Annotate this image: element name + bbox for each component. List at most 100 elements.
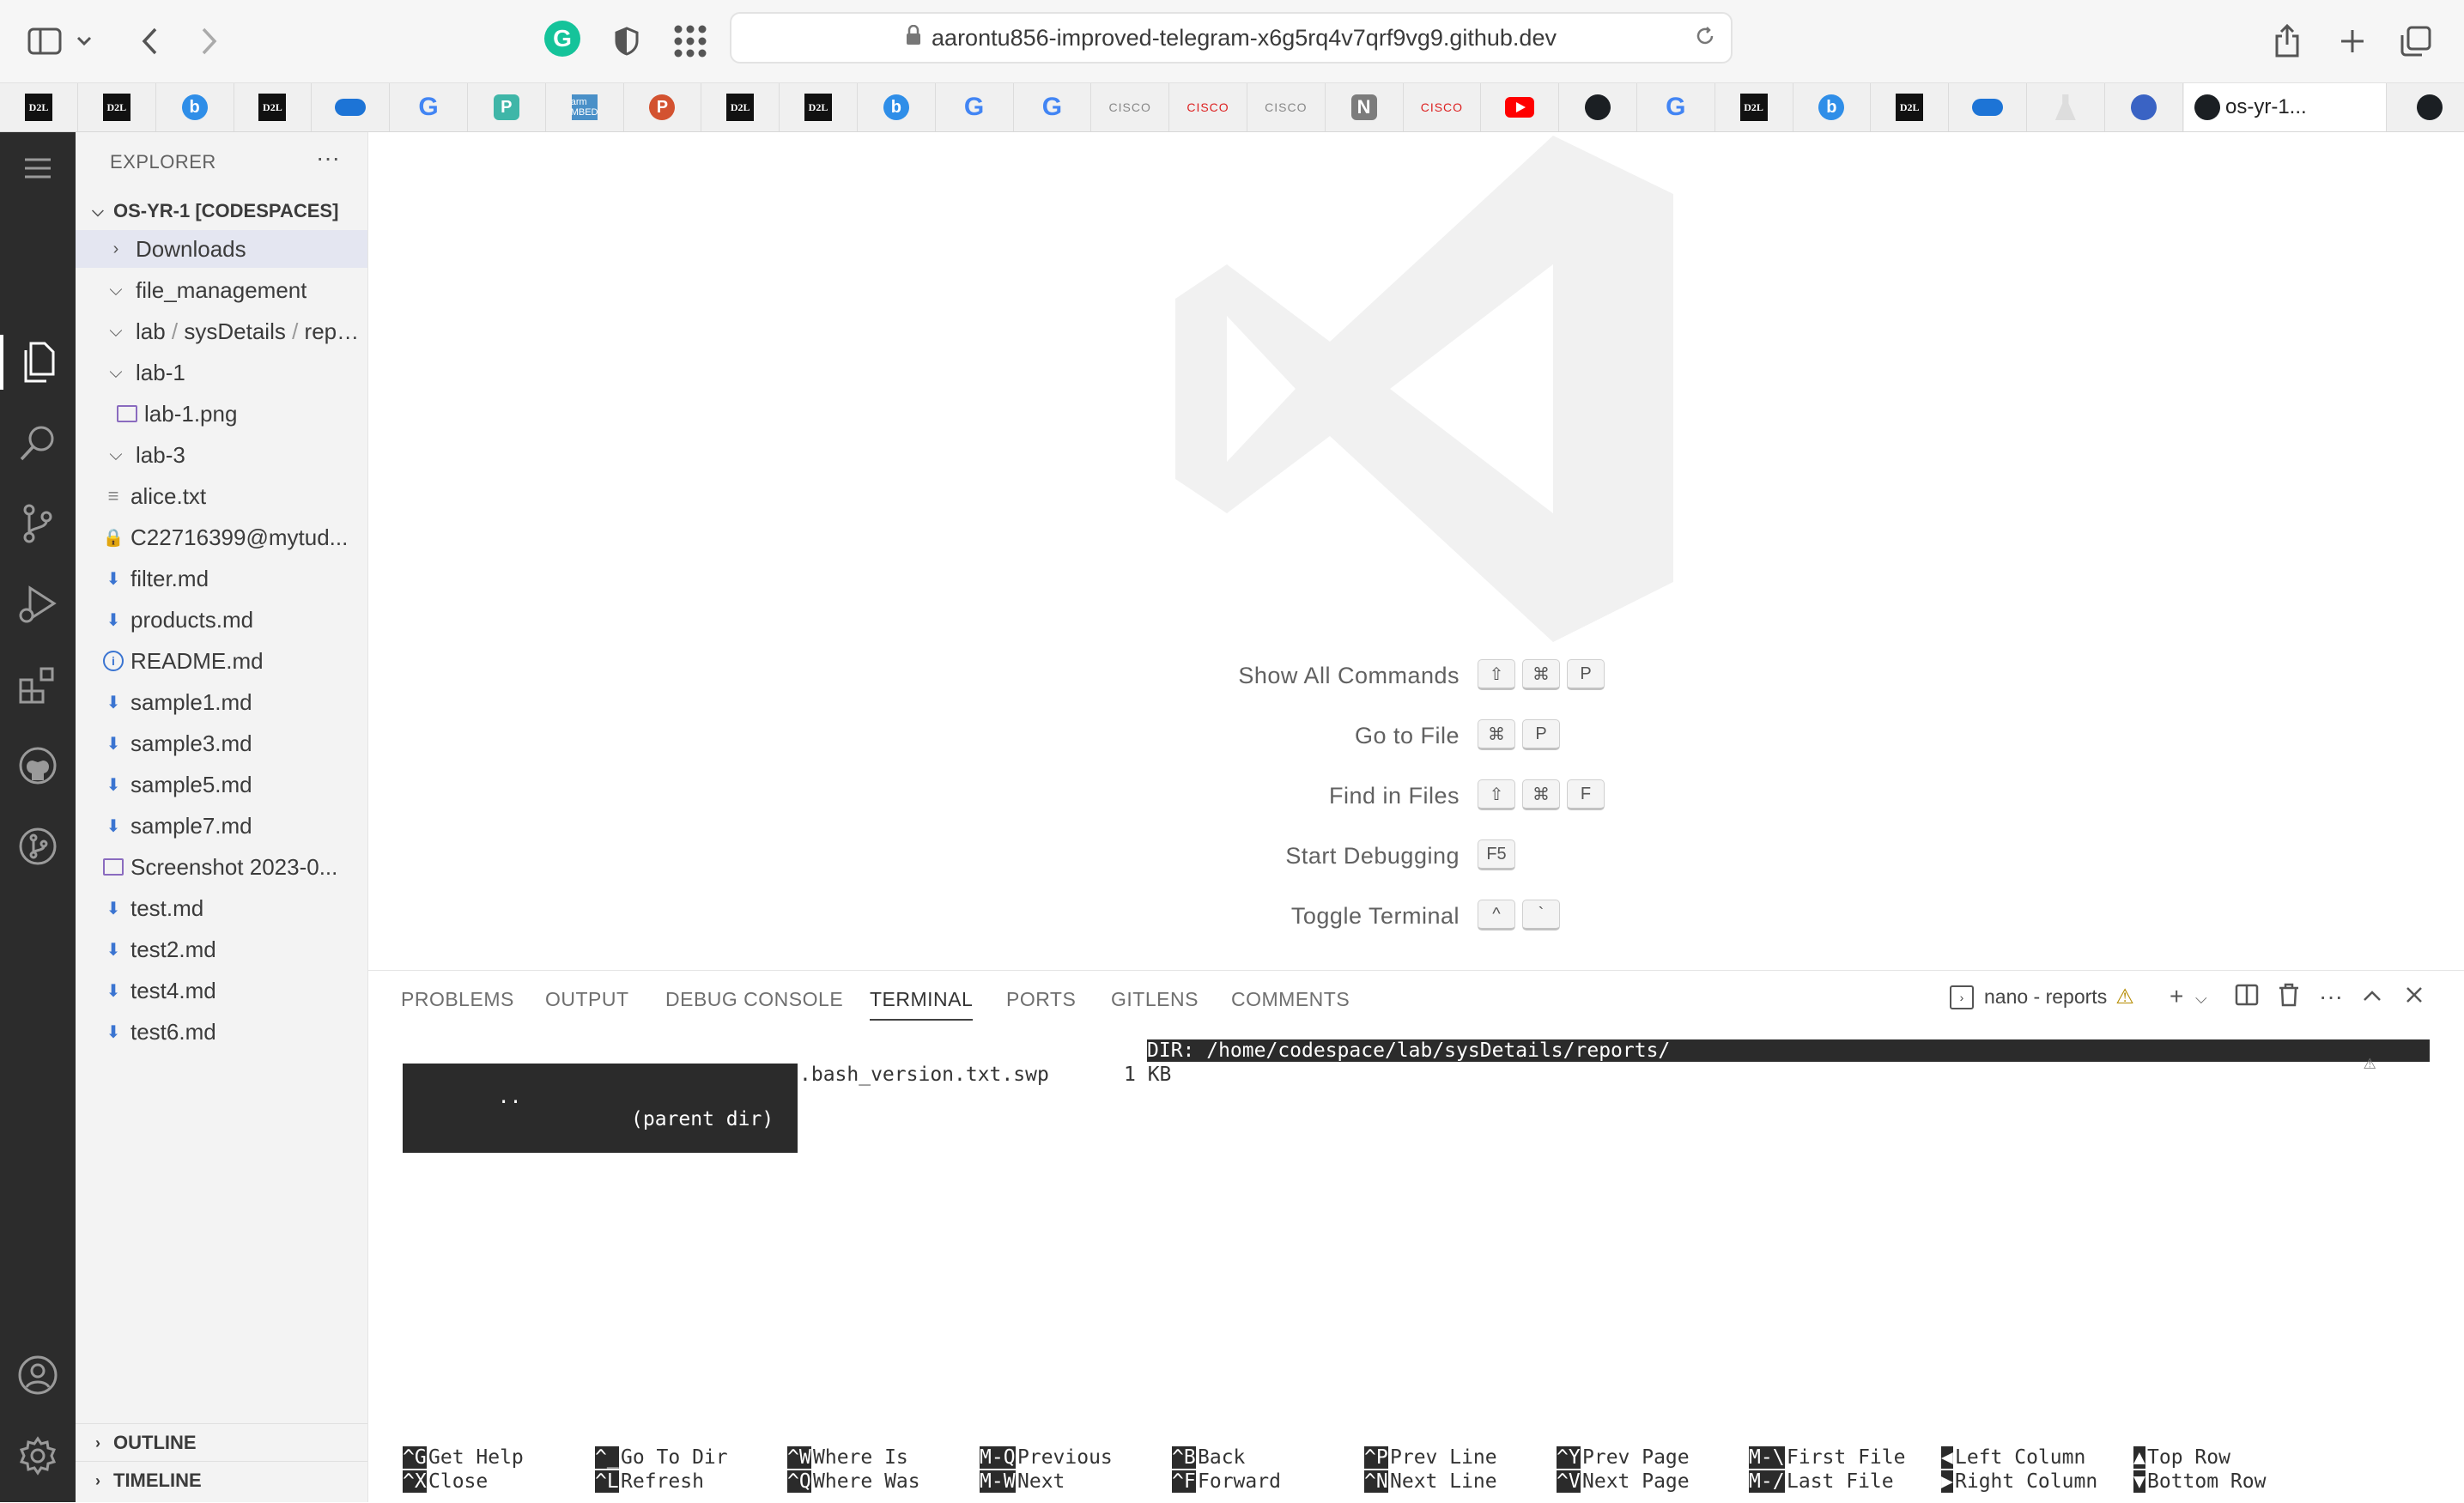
- timeline-section[interactable]: › TIMELINE: [76, 1461, 367, 1500]
- nano-key-label: Go To Dir: [621, 1446, 728, 1469]
- tree-item[interactable]: ⬇ sample3.md: [76, 724, 367, 762]
- favorite-github[interactable]: [1559, 83, 1637, 131]
- favorite-d2l[interactable]: D2L: [234, 83, 313, 131]
- github-tab[interactable]: [2395, 83, 2464, 131]
- favorite-d2l[interactable]: D2L: [1871, 83, 1950, 131]
- favorite-bing[interactable]: b: [858, 83, 936, 131]
- favorite-bing[interactable]: b: [156, 83, 234, 131]
- sidebar-toggle-icon[interactable]: [19, 15, 70, 67]
- chevron-down-icon[interactable]: [67, 15, 101, 67]
- menu-icon[interactable]: [12, 142, 64, 194]
- nano-key: ^Q: [787, 1470, 811, 1493]
- tree-item[interactable]: lab-1.png: [76, 395, 367, 433]
- tree-item[interactable]: ⬇ test6.md: [76, 1013, 367, 1051]
- tree-item[interactable]: Screenshot 2023-0...: [76, 848, 367, 886]
- shortcut-keys: ^ `: [1478, 900, 1567, 930]
- powerpoint-icon: P: [649, 94, 676, 120]
- favorite-notion[interactable]: N: [1326, 83, 1404, 131]
- favorite-youtube[interactable]: [1481, 83, 1560, 131]
- favorite-google[interactable]: G: [390, 83, 468, 131]
- shortcut-row[interactable]: Start Debugging F5: [368, 839, 2464, 874]
- favorite-ppt[interactable]: P: [623, 83, 702, 131]
- tree-item[interactable]: ⬇ test2.md: [76, 930, 367, 968]
- favorite-cisco[interactable]: CISCO: [1247, 83, 1326, 131]
- privacy-shield-icon[interactable]: [601, 15, 652, 67]
- shortcut-row[interactable]: Toggle Terminal ^ `: [368, 900, 2464, 934]
- source-control-icon[interactable]: [12, 498, 64, 549]
- share-icon[interactable]: [2261, 15, 2313, 67]
- favorite-google[interactable]: G: [1013, 83, 1092, 131]
- favorite-cisco-red[interactable]: CISCO: [1403, 83, 1482, 131]
- onedrive-icon: [1972, 99, 2003, 116]
- tree-item[interactable]: ⌵ lab / sysDetails / repo...: [76, 312, 367, 350]
- tree-item[interactable]: ⬇ sample7.md: [76, 807, 367, 845]
- favorite-cisco-red[interactable]: CISCO: [1169, 83, 1247, 131]
- more-actions-icon[interactable]: ···: [316, 144, 340, 172]
- favorite-d2l[interactable]: D2L: [0, 83, 78, 131]
- workspace-root[interactable]: ⌵ OS-YR-1 [CODESPACES]: [76, 192, 367, 230]
- favorite-globe[interactable]: [2105, 83, 2183, 131]
- tree-item[interactable]: ⬇ filter.md: [76, 560, 367, 597]
- settings-gear-icon[interactable]: [12, 1430, 64, 1482]
- tree-item[interactable]: › Downloads: [76, 230, 367, 268]
- account-icon[interactable]: [12, 1349, 64, 1401]
- favorite-d2l[interactable]: D2L: [701, 83, 780, 131]
- terminal-output[interactable]: DIR: /home/codespace/lab/sysDetails/repo…: [368, 971, 2464, 1503]
- tab-os-yr-1[interactable]: os-yr-1...: [2184, 83, 2387, 131]
- shortcut-row[interactable]: Go to File ⌘ P: [368, 719, 2464, 754]
- extensions-icon[interactable]: [12, 659, 64, 711]
- favorite-google[interactable]: G: [936, 83, 1014, 131]
- tree-item[interactable]: ⬇ sample5.md: [76, 766, 367, 803]
- tab-grid-icon[interactable]: [665, 15, 716, 67]
- favorite-d2l[interactable]: D2L: [78, 83, 156, 131]
- path-segment[interactable]: sysDetails: [184, 318, 285, 344]
- back-arrow-icon[interactable]: [124, 15, 175, 67]
- favorite-pp[interactable]: P: [468, 83, 546, 131]
- favorite-arm[interactable]: arm MBED: [546, 83, 624, 131]
- favorite-cloud[interactable]: [312, 83, 391, 131]
- tree-item[interactable]: i README.md: [76, 642, 367, 680]
- github-icon[interactable]: [12, 740, 64, 791]
- search-icon[interactable]: [12, 417, 64, 469]
- favorite-cloud[interactable]: [1949, 83, 2027, 131]
- favorite-google[interactable]: G: [1637, 83, 1715, 131]
- tree-item[interactable]: ⬇ products.md: [76, 601, 367, 639]
- tree-item-label: lab-3: [136, 441, 185, 468]
- shortcut-row[interactable]: Find in Files ⇧ ⌘ F: [368, 779, 2464, 814]
- gitlens-icon[interactable]: [12, 821, 64, 872]
- tree-item[interactable]: ⬇ test4.md: [76, 972, 367, 1009]
- address-bar[interactable]: aarontu856-improved-telegram-x6g5rq4v7qr…: [730, 12, 1733, 64]
- favorite-bing[interactable]: b: [1793, 83, 1872, 131]
- shortcut-row[interactable]: Show All Commands ⇧ ⌘ P: [368, 659, 2464, 694]
- tab-overview-icon[interactable]: [2390, 15, 2442, 67]
- favorite-d2l[interactable]: D2L: [780, 83, 858, 131]
- tree-item[interactable]: ⬇ test.md: [76, 889, 367, 927]
- new-tab-icon[interactable]: [2327, 15, 2378, 67]
- file-entry-name[interactable]: .bash_version.txt.swp: [799, 1064, 1049, 1086]
- explorer-files-icon[interactable]: [12, 336, 64, 388]
- run-debug-icon[interactable]: [12, 579, 64, 630]
- tree-item[interactable]: ⬇ sample1.md: [76, 683, 367, 721]
- tree-item[interactable]: ≡ alice.txt: [76, 477, 367, 515]
- grammarly-extension-icon[interactable]: G: [544, 21, 580, 57]
- favorite-cisco[interactable]: CISCO: [1091, 83, 1170, 131]
- tree-item[interactable]: 🔒 C22716399@mytud...: [76, 518, 367, 556]
- path-segment[interactable]: repo...: [305, 318, 367, 344]
- github-icon: [1585, 94, 1611, 120]
- favorite-d2l[interactable]: D2L: [1715, 83, 1793, 131]
- nano-key: ◀: [1941, 1446, 1953, 1469]
- d2l-icon: D2L: [258, 94, 287, 121]
- reload-icon[interactable]: [1695, 26, 1715, 52]
- tree-item[interactable]: ⌵ lab-1: [76, 354, 367, 391]
- favorite-flask[interactable]: [2027, 83, 2105, 131]
- path-segment[interactable]: lab: [136, 318, 166, 344]
- tree-item[interactable]: ⌵ lab-3: [76, 436, 367, 474]
- parent-dir-entry[interactable]: .. (parent dir): [403, 1064, 798, 1153]
- forward-arrow-icon[interactable]: [184, 15, 235, 67]
- markdown-file-icon-glyph: ⬇: [106, 899, 121, 918]
- tree-item-label: C22716399@mytud...: [130, 524, 349, 550]
- tree-item[interactable]: ⌵ file_management: [76, 271, 367, 309]
- image-file-icon: [103, 858, 124, 876]
- browser-toolbar: G aarontu856-improved-telegram-x6g5rq4v7…: [0, 0, 2464, 83]
- outline-section[interactable]: › OUTLINE: [76, 1423, 367, 1462]
